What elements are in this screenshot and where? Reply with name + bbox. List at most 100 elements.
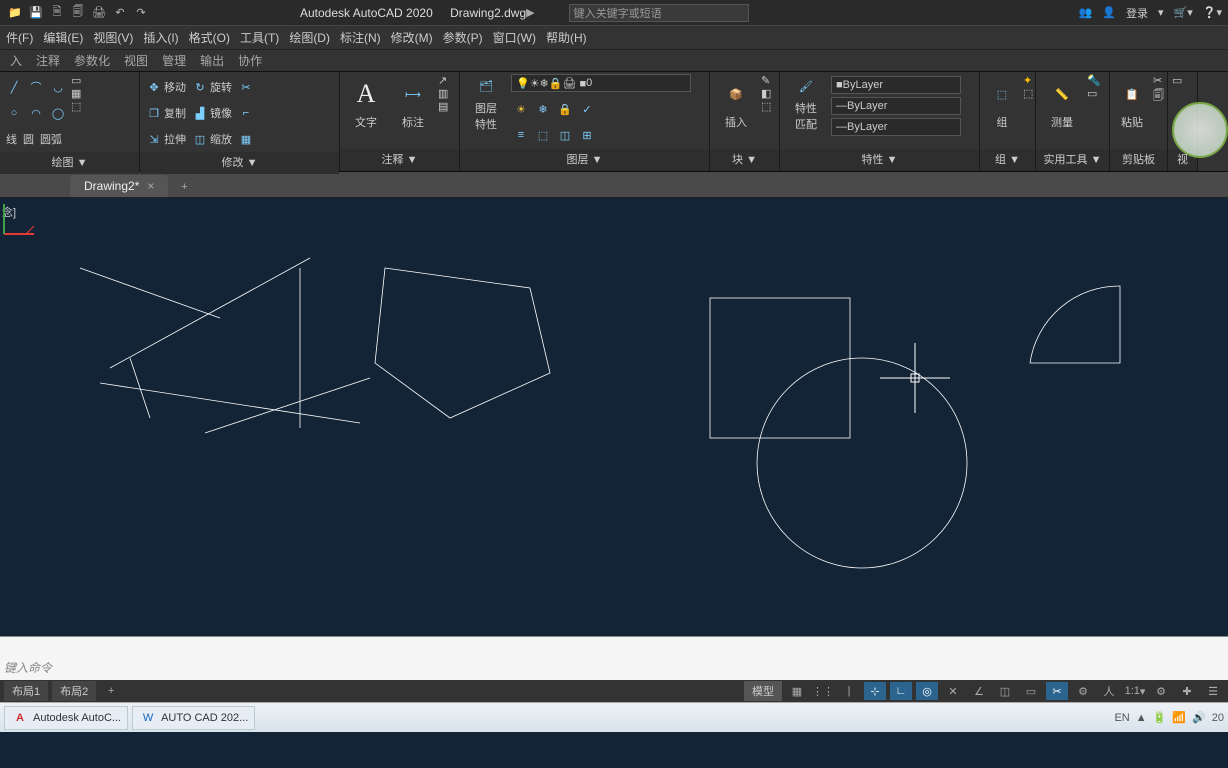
mirror-tool[interactable]: ▟镜像 [190,100,234,126]
add-tab-button[interactable]: + [174,177,194,197]
plot-icon[interactable]: 🗐 [69,4,87,22]
panel-props-label[interactable]: 特性 ▼ [780,149,979,171]
mtext-tool[interactable]: ▤ [438,100,448,113]
taskbar-app-2[interactable]: W AUTO CAD 202... [132,706,255,730]
save-icon[interactable]: 💾 [27,4,45,22]
menu-insert[interactable]: 插入(I) [143,29,178,46]
layer-prop-button[interactable]: 🗂图层 特性 [464,74,508,132]
qs-toggle[interactable]: ⚙ [1072,682,1094,700]
play-icon[interactable]: ▶ [526,6,534,19]
dropdown-icon[interactable]: ▾ [1158,6,1164,19]
polar-toggle[interactable]: ∟ [890,682,912,700]
misc-tool[interactable]: ◡ [48,74,68,100]
lweight-dropdown[interactable]: — ByLayer [831,97,961,115]
panel-clip-label[interactable]: 剪贴板 [1110,149,1167,171]
panel-annot-label[interactable]: 注释 ▼ [340,149,459,171]
panel-block-label[interactable]: 块 ▼ [710,149,779,171]
taskbar-app-1[interactable]: A Autodesk AutoC... [4,706,128,730]
point-tool[interactable]: ⬚ [71,100,81,113]
tray-icon-1[interactable]: ▲ [1136,712,1147,724]
trim-tool[interactable]: ✂ [236,74,256,100]
rect-tool[interactable]: ▭ [71,74,81,87]
dyn-toggle[interactable]: ∠ [968,682,990,700]
menu-tools[interactable]: 工具(T) [240,29,279,46]
ribtab-3[interactable]: 视图 [124,52,148,69]
menu-view[interactable]: 视图(V) [93,29,133,46]
menu-modify[interactable]: 修改(M) [391,29,433,46]
scale-tool[interactable]: ◫缩放 [190,126,234,152]
polyline-tool[interactable]: ⌒ [26,74,46,100]
table-tool[interactable]: ▥ [438,87,448,100]
layer-dropdown[interactable]: 💡☀❄🔒🖨 ■ 0 [511,74,691,92]
ortho-toggle[interactable]: ⊹ [864,682,886,700]
user-icon[interactable]: 👤 [1102,6,1116,19]
drawing-area[interactable]: 念] [0,198,1228,636]
print-icon[interactable]: 🖨 [90,4,108,22]
redo-icon[interactable]: ↷ [132,4,150,22]
menu-file[interactable]: 件(F) [6,29,33,46]
menu-draw[interactable]: 绘图(D) [289,29,330,46]
tray-icon-2[interactable]: 🔋 [1153,711,1167,724]
undo-icon[interactable]: ↶ [111,4,129,22]
circle-tool[interactable]: ○ [4,100,24,126]
panel-group-label[interactable]: 组 ▼ [980,149,1035,171]
menu-dim[interactable]: 标注(N) [340,29,381,46]
panel-util-label[interactable]: 实用工具 ▼ [1036,149,1109,171]
panel-layer-label[interactable]: 图层 ▼ [460,149,709,171]
copy-tool[interactable]: ❐复制 [144,100,188,126]
ribtab-1[interactable]: 注释 [36,52,60,69]
saveas-icon[interactable]: 🗎 [48,4,66,22]
model-tab[interactable]: 模型 [744,681,782,701]
search-input[interactable]: 键入关键字或短语 [569,4,749,22]
menu-edit[interactable]: 编辑(E) [43,29,83,46]
panel-draw-label[interactable]: 绘图 ▼ [0,152,139,174]
move-tool[interactable]: ✥移动 [144,74,188,100]
customize-icon[interactable]: ☰ [1202,682,1224,700]
rotate-tool[interactable]: ↻旋转 [190,74,234,100]
add-layout-button[interactable]: + [100,682,122,700]
layout-tab-1[interactable]: 布局1 [4,681,48,701]
login-label[interactable]: 登录 [1126,5,1148,21]
layer-tool-1[interactable]: ☀ [511,96,531,122]
menu-help[interactable]: 帮助(H) [546,29,587,46]
insert-button[interactable]: 📦插入 [714,74,758,132]
ltype-dropdown[interactable]: — ByLayer [831,118,961,136]
otrack-toggle[interactable]: ✕ [942,682,964,700]
ribtab-6[interactable]: 协作 [238,52,262,69]
menu-format[interactable]: 格式(O) [189,29,230,46]
command-line[interactable]: 键入命令 [0,636,1228,680]
arc-tool[interactable]: ◠ [26,100,46,126]
ann-toggle[interactable]: 人 [1098,682,1120,700]
share-icon[interactable]: 👥 [1079,6,1093,19]
layout-tab-2[interactable]: 布局2 [52,681,96,701]
ribtab-5[interactable]: 输出 [200,52,224,69]
trans-toggle[interactable]: ▭ [1020,682,1042,700]
ribtab-2[interactable]: 参数化 [74,52,110,69]
help-icon[interactable]: ❔▾ [1203,6,1222,19]
gear-icon[interactable]: ⚙ [1150,682,1172,700]
maximize-icon[interactable]: ✚ [1176,682,1198,700]
hatch-tool[interactable]: ▦ [71,87,81,100]
menu-param[interactable]: 参数(P) [443,29,483,46]
stretch-tool[interactable]: ⇲拉伸 [144,126,188,152]
lwt-toggle[interactable]: ◫ [994,682,1016,700]
snap-toggle[interactable]: ⋮⋮ [812,682,834,700]
layer-tool-2[interactable]: ❄ [533,96,553,122]
osnap-toggle[interactable]: ◎ [916,682,938,700]
open-icon[interactable]: 📁 [6,4,24,22]
tray-time[interactable]: 20 [1212,712,1224,724]
text-button[interactable]: A文字 [344,74,388,132]
lang-indicator[interactable]: EN [1114,712,1129,724]
menu-window[interactable]: 窗口(W) [493,29,536,46]
ellipse-tool[interactable]: ◯ [48,100,68,126]
measure-button[interactable]: 📏测量 [1040,74,1084,132]
panel-modify-label[interactable]: 修改 ▼ [140,152,339,174]
line-tool[interactable]: ╱ [4,74,24,100]
ribtab-0[interactable]: 入 [10,52,22,69]
tray-icon-3[interactable]: 📶 [1172,711,1186,724]
group-button[interactable]: ⬚组 [984,74,1020,132]
color-dropdown[interactable]: ■ ByLayer [831,76,961,94]
file-tab-1[interactable]: Drawing2* × [70,175,168,197]
sc-toggle[interactable]: ✂ [1046,682,1068,700]
paste-button[interactable]: 📋粘贴 [1114,74,1150,132]
